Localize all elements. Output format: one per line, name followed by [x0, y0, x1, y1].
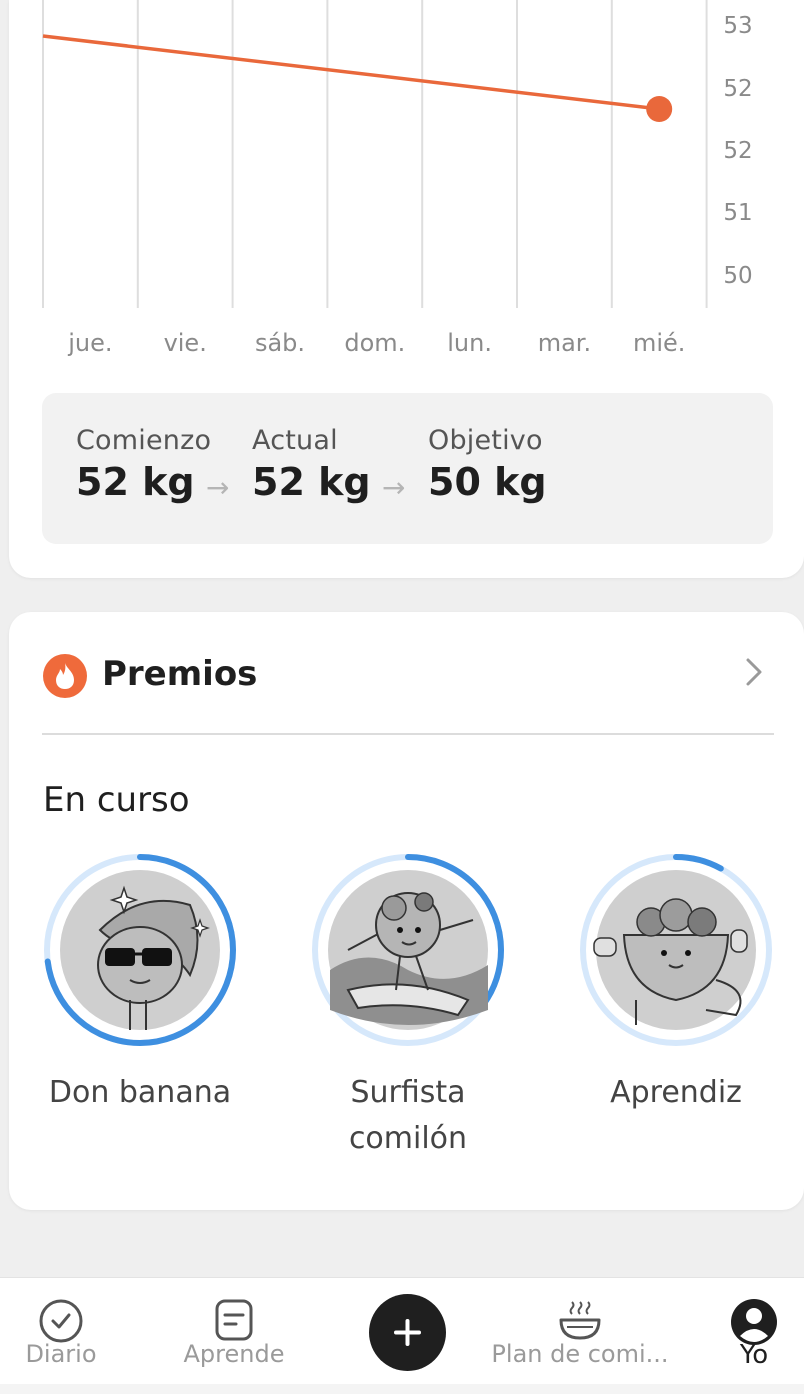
award-don-banana[interactable]: Don banana — [35, 850, 245, 1116]
weight-chart-card: jue. vie. sáb. dom. lun. mar. mié. 53 52 52 51 50 C… — [9, 0, 804, 578]
note-icon — [215, 1299, 253, 1341]
arrow-right-icon: → — [382, 471, 406, 504]
weight-line — [42, 34, 660, 111]
x-tick-label: mié. — [633, 329, 685, 357]
current-weight: Actual 52 kg — [252, 425, 371, 504]
progress-ring — [580, 854, 772, 1046]
user-icon — [731, 1299, 777, 1345]
x-tick-label: lun. — [447, 329, 492, 357]
y-tick-label: 52 — [723, 138, 752, 164]
nav-aprende[interactable]: Aprende — [174, 1278, 294, 1394]
goal-value: 50 kg — [428, 460, 547, 504]
start-value: 52 kg — [76, 460, 195, 504]
x-tick-label: vie. — [164, 329, 207, 357]
add-entry-button[interactable] — [369, 1294, 446, 1371]
awards-header[interactable]: Premios — [43, 652, 773, 700]
check-circle-icon — [39, 1299, 83, 1343]
y-tick-label: 53 — [723, 13, 752, 39]
y-tick-label: 50 — [723, 263, 752, 289]
bowl-icon — [559, 1301, 601, 1340]
in-progress-heading: En curso — [43, 780, 190, 820]
chevron-right-icon[interactable] — [739, 652, 769, 692]
x-tick-label: sáb. — [255, 329, 305, 357]
divider — [42, 733, 774, 735]
plus-icon — [394, 1319, 421, 1346]
arrow-right-icon: → — [206, 471, 230, 504]
x-tick-label: dom. — [344, 329, 405, 357]
progress-ring — [44, 854, 236, 1046]
award-aprendiz[interactable]: Aprendiz — [571, 850, 781, 1116]
system-nav-strip — [0, 1384, 804, 1394]
nav-diario[interactable]: Diario — [11, 1278, 111, 1394]
nav-yo[interactable]: Yo — [714, 1278, 794, 1394]
awards-title: Premios — [102, 654, 258, 694]
current-label: Actual — [252, 425, 338, 456]
awards-card: Premios En curso Don banana Surfista com… — [9, 612, 804, 1210]
award-name: Aprendiz — [610, 1075, 742, 1110]
weight-line-chart[interactable]: jue. vie. sáb. dom. lun. mar. mié. 53 52 52 51 50 — [9, 0, 804, 380]
award-surfista-comilon[interactable]: Surfista comilón — [303, 850, 513, 1162]
x-tick-label: jue. — [67, 329, 112, 357]
goal-weight: Objetivo 50 kg — [428, 425, 547, 504]
x-tick-label: mar. — [538, 329, 591, 357]
start-label: Comienzo — [76, 425, 212, 456]
nav-label: Aprende — [183, 1340, 285, 1368]
current-value: 52 kg — [252, 460, 371, 504]
award-name: Don banana — [48, 1075, 232, 1110]
y-tick-label: 52 — [723, 76, 752, 102]
bottom-nav: Diario Aprende Plan de comi... Yo — [0, 1277, 804, 1394]
nav-label: Yo — [739, 1340, 769, 1370]
nav-label: Diario — [25, 1340, 97, 1368]
award-name: Surfista comilón — [348, 1075, 468, 1156]
goal-label: Objetivo — [428, 425, 543, 456]
fire-icon — [43, 654, 87, 698]
nav-meal-plan[interactable]: Plan de comi... — [480, 1278, 680, 1394]
start-weight: Comienzo 52 kg — [76, 425, 211, 504]
progress-ring — [312, 854, 504, 1046]
nav-label: Plan de comi... — [491, 1340, 669, 1368]
latest-point — [646, 96, 673, 122]
y-tick-label: 51 — [723, 200, 752, 226]
weight-summary: Comienzo 52 kg → Actual 52 kg → Objetivo… — [42, 393, 773, 544]
